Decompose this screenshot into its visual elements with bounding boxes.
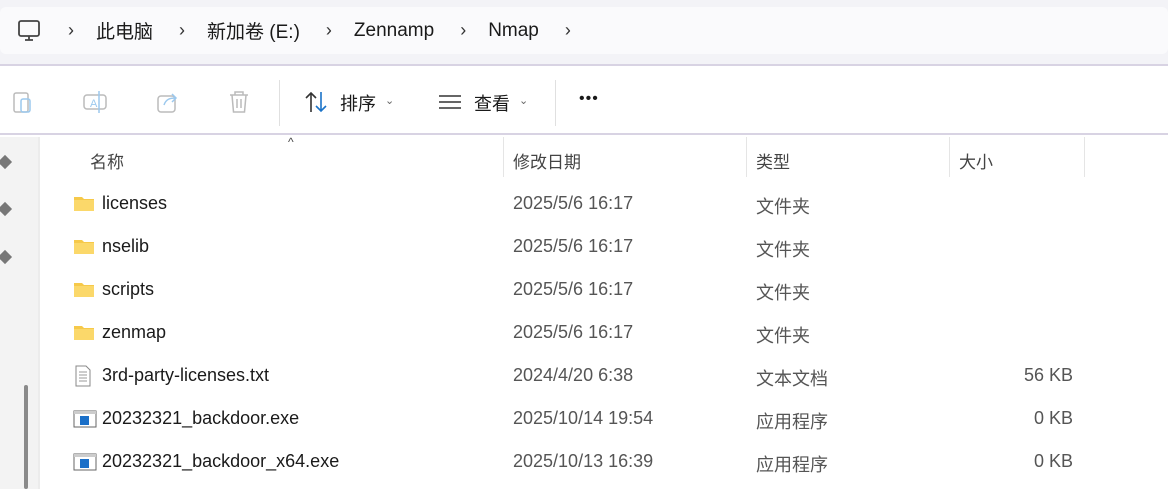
folder-icon — [73, 193, 95, 218]
navigation-pane — [0, 137, 40, 489]
file-row[interactable]: 20232321_backdoor_x64.exe 2025/10/13 16:… — [42, 441, 1168, 484]
file-name[interactable]: zenmap — [102, 322, 166, 343]
file-date: 2025/10/14 19:54 — [513, 408, 654, 428]
column-divider[interactable] — [949, 137, 950, 177]
chevron-down-icon[interactable]: ⌄ — [519, 94, 528, 107]
column-header-size[interactable]: 大小 — [959, 148, 993, 173]
column-divider[interactable] — [503, 137, 504, 177]
folder-icon — [73, 322, 95, 347]
pin-icon — [0, 154, 13, 170]
file-date: 2025/5/6 16:17 — [513, 193, 634, 213]
chevron-down-icon[interactable]: ⌄ — [385, 94, 394, 107]
view-icon[interactable] — [437, 88, 465, 116]
file-type: 文本文档 — [756, 369, 828, 389]
svg-text:A: A — [90, 98, 98, 110]
file-type: 文件夹 — [756, 240, 810, 260]
sort-button[interactable]: 排序 — [340, 90, 376, 116]
file-type: 应用程序 — [756, 455, 828, 475]
rename-icon[interactable]: A — [81, 88, 109, 116]
pin-icon — [0, 249, 13, 265]
file-name[interactable]: 20232321_backdoor.exe — [102, 408, 299, 429]
column-header-type[interactable]: 类型 — [756, 148, 790, 173]
more-options-button[interactable]: ••• — [579, 90, 599, 108]
file-type: 文件夹 — [756, 197, 810, 217]
file-date: 2025/10/13 16:39 — [513, 451, 654, 471]
file-row[interactable]: 20232321_backdoor.exe 2025/10/14 19:54 应… — [42, 398, 1168, 441]
folder-icon — [73, 279, 95, 304]
file-name[interactable]: 3rd-party-licenses.txt — [102, 365, 269, 386]
file-row[interactable]: zenmap 2025/5/6 16:17 文件夹 — [42, 312, 1168, 355]
exe-icon — [73, 451, 97, 478]
file-type: 文件夹 — [756, 283, 810, 303]
file-row[interactable]: 3rd-party-licenses.txt 2024/4/20 6:38 文本… — [42, 355, 1168, 398]
sort-icon[interactable] — [302, 88, 330, 116]
sort-ascending-icon: ^ — [288, 135, 294, 149]
column-header-name[interactable]: 名称 — [90, 148, 124, 173]
breadcrumb-volume-e[interactable]: 新加卷 (E:) — [207, 17, 300, 44]
divider — [279, 80, 280, 126]
file-size: 0 KB — [1033, 408, 1073, 428]
file-name[interactable]: licenses — [102, 193, 167, 214]
address-bar-area: › 此电脑 › 新加卷 (E:) › Zennamp › Nmap › — [0, 0, 1168, 66]
file-type: 文件夹 — [756, 326, 810, 346]
file-date: 2025/5/6 16:17 — [513, 279, 634, 299]
share-icon[interactable] — [154, 88, 182, 116]
computer-icon[interactable] — [16, 18, 42, 44]
file-date: 2025/5/6 16:17 — [513, 236, 634, 256]
divider — [555, 80, 556, 126]
breadcrumb-nmap[interactable]: Nmap — [488, 20, 539, 42]
chevron-right-icon[interactable]: › — [565, 20, 571, 41]
exe-icon — [73, 408, 97, 435]
text-file-icon — [73, 365, 93, 392]
column-divider[interactable] — [1084, 137, 1085, 177]
pin-icon — [0, 201, 13, 217]
file-date: 2024/4/20 6:38 — [513, 365, 634, 385]
file-row[interactable]: scripts 2025/5/6 16:17 文件夹 — [42, 269, 1168, 312]
file-type: 应用程序 — [756, 412, 828, 432]
file-name[interactable]: scripts — [102, 279, 154, 300]
file-row[interactable]: licenses 2025/5/6 16:17 文件夹 — [42, 183, 1168, 226]
paste-icon[interactable] — [9, 88, 37, 116]
command-bar: A 排序 ⌄ 查看 ⌄ ••• — [0, 68, 1168, 135]
breadcrumb-this-pc[interactable]: 此电脑 — [96, 17, 153, 44]
file-row[interactable]: nselib 2025/5/6 16:17 文件夹 — [42, 226, 1168, 269]
chevron-right-icon[interactable]: › — [68, 20, 74, 41]
file-size: 0 KB — [1033, 451, 1073, 471]
column-divider[interactable] — [746, 137, 747, 177]
file-date: 2025/5/6 16:17 — [513, 322, 634, 342]
breadcrumb[interactable]: › 此电脑 › 新加卷 (E:) › Zennamp › Nmap › — [0, 7, 1168, 54]
chevron-right-icon[interactable]: › — [179, 20, 185, 41]
file-name[interactable]: nselib — [102, 236, 149, 257]
folder-icon — [73, 236, 95, 261]
delete-icon[interactable] — [225, 88, 253, 116]
column-header-row: ^ 名称 修改日期 类型 大小 — [42, 135, 1168, 180]
column-header-date[interactable]: 修改日期 — [513, 148, 581, 173]
chevron-right-icon[interactable]: › — [326, 20, 332, 41]
view-button[interactable]: 查看 — [474, 90, 510, 116]
chevron-right-icon[interactable]: › — [460, 20, 466, 41]
file-name[interactable]: 20232321_backdoor_x64.exe — [102, 451, 339, 472]
file-size: 56 KB — [1023, 365, 1073, 385]
scrollbar-thumb[interactable] — [24, 385, 28, 489]
breadcrumb-zennamp[interactable]: Zennamp — [354, 20, 434, 42]
